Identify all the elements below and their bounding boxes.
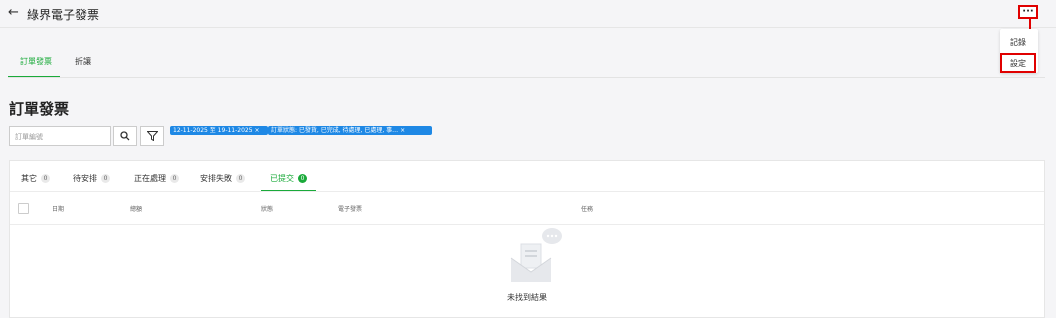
status-tab-failed[interactable]: 安排失敗 0 <box>200 173 245 184</box>
count-badge: 0 <box>298 174 307 183</box>
column-header-task: 任務 <box>581 206 594 213</box>
order-number-search-input[interactable]: 訂單編號 <box>9 126 111 146</box>
status-tab-label: 待安排 <box>73 174 97 183</box>
column-header-date: 日期 <box>52 206 65 213</box>
status-tab-processing[interactable]: 正在處理 0 <box>134 173 179 184</box>
empty-state-text: 未找到結果 <box>507 293 547 302</box>
order-status-filter-chip[interactable]: 訂單狀態: 已發貨, 已完成, 待處理, 已處理, 事… × <box>268 126 432 135</box>
status-tab-pending[interactable]: 待安排 0 <box>73 173 110 184</box>
back-arrow-icon[interactable]: ← <box>8 5 19 20</box>
status-tab-other[interactable]: 其它 0 <box>21 173 50 184</box>
tabs-divider <box>8 77 1045 78</box>
ellipsis-icon: ··· <box>1022 6 1034 17</box>
status-tab-label: 安排失敗 <box>200 174 232 183</box>
count-badge: 0 <box>41 174 50 183</box>
top-bar <box>0 0 1056 28</box>
column-header-status: 狀態 <box>261 206 274 213</box>
status-tab-submitted[interactable]: 已提交 0 <box>270 173 307 184</box>
page-title: 訂單發票 <box>9 100 70 118</box>
dropdown-item-records[interactable]: 記錄 <box>1010 37 1026 48</box>
more-options-button[interactable]: ··· <box>1018 5 1038 19</box>
tab-allowance[interactable]: 折讓 <box>75 56 91 67</box>
count-badge: 0 <box>236 174 245 183</box>
filter-button[interactable] <box>140 126 164 146</box>
dropdown-item-settings[interactable]: 設定 <box>1010 58 1026 69</box>
search-button[interactable] <box>113 126 137 146</box>
count-badge: 0 <box>101 174 110 183</box>
empty-mailbox-icon <box>507 228 565 290</box>
select-all-checkbox[interactable] <box>18 203 29 214</box>
column-header-total: 總額 <box>130 206 143 213</box>
status-tab-label: 已提交 <box>270 174 294 183</box>
app-title: 綠界電子發票 <box>27 8 100 22</box>
status-tab-label: 正在處理 <box>134 174 166 183</box>
count-badge: 0 <box>170 174 179 183</box>
header-divider <box>10 224 1044 225</box>
column-header-e-invoice: 電子發票 <box>338 206 363 213</box>
status-tabs-divider <box>10 191 1044 192</box>
tab-order-invoices[interactable]: 訂單發票 <box>20 56 52 67</box>
status-tab-label: 其它 <box>21 174 37 183</box>
date-range-filter-chip[interactable]: 12-11-2025 至 19-11-2025 × <box>170 126 268 135</box>
search-icon <box>120 131 130 141</box>
filter-icon <box>146 131 158 141</box>
